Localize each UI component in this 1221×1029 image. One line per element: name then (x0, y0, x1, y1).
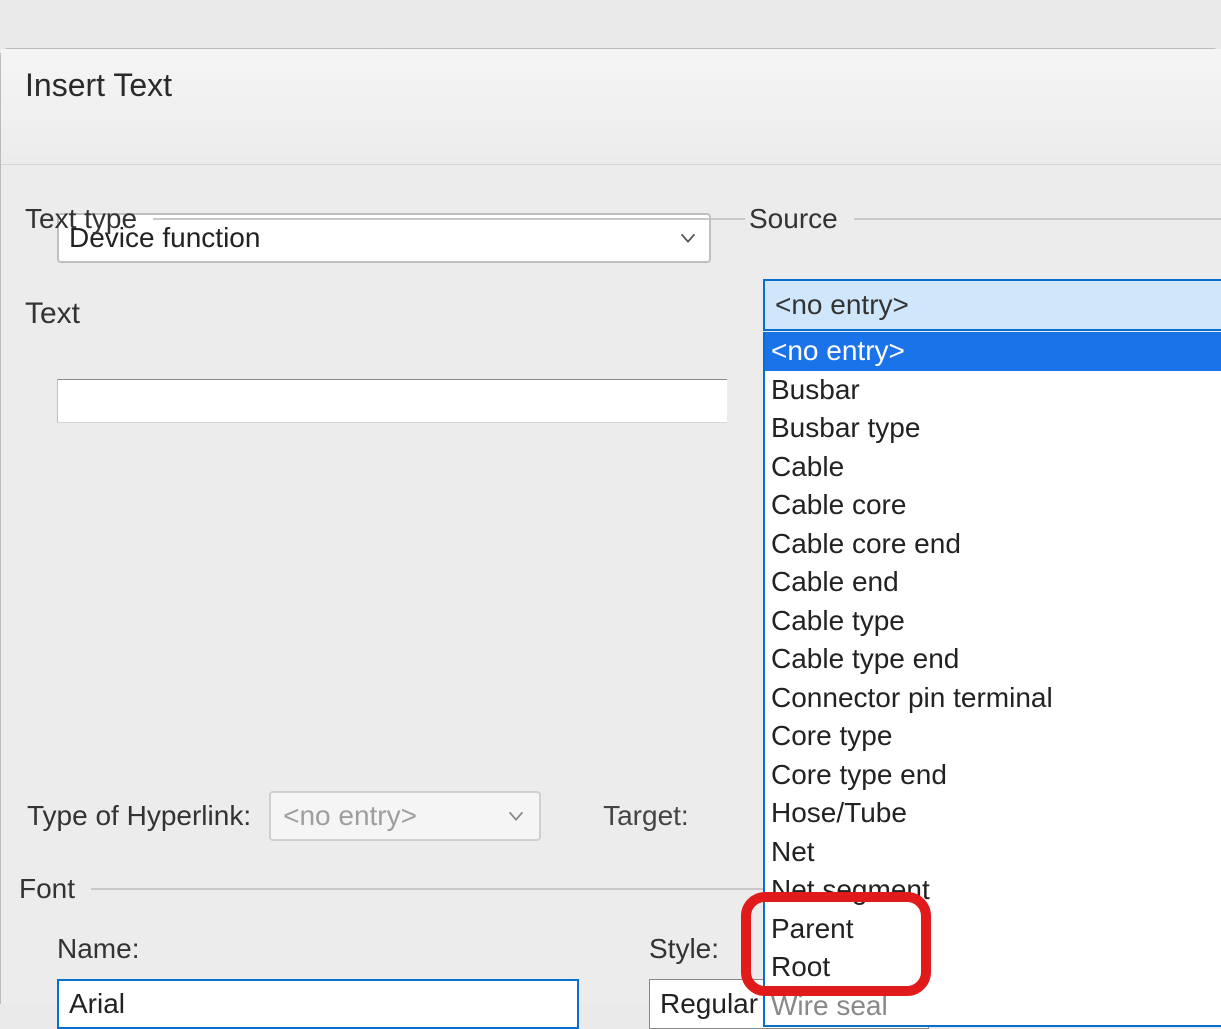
source-option[interactable]: Net segment (765, 871, 1221, 910)
hyperlink-type-combo[interactable]: <no entry> (269, 791, 541, 841)
source-option[interactable]: Cable type end (765, 640, 1221, 679)
source-option[interactable]: Wire seal (765, 987, 1221, 1026)
source-option[interactable]: Cable type (765, 602, 1221, 641)
font-style-value: Regular (660, 988, 758, 1020)
hyperlink-type-value: <no entry> (283, 800, 417, 832)
hyperlink-target-label: Target: (603, 800, 689, 832)
source-label: Source (749, 203, 838, 235)
source-option[interactable]: Busbar (765, 371, 1221, 410)
text-type-group: Text type (25, 203, 745, 235)
dialog-window: Insert Text Text type Source Device func… (0, 48, 1221, 1004)
font-name-input[interactable]: Arial (57, 979, 579, 1029)
source-option[interactable]: <no entry> (765, 332, 1221, 371)
source-option[interactable]: Connector pin terminal (765, 679, 1221, 718)
text-type-header: Text type (25, 203, 745, 235)
source-combo-value: <no entry> (775, 289, 909, 321)
font-name-value: Arial (69, 988, 125, 1020)
top-groups-row: Text type Source (25, 203, 1221, 235)
source-dropdown-list[interactable]: <no entry>BusbarBusbar typeCableCable co… (763, 332, 1221, 1027)
source-option[interactable]: Busbar type (765, 409, 1221, 448)
group-divider (854, 218, 1221, 220)
source-option[interactable]: Parent (765, 910, 1221, 949)
source-group: Source (749, 203, 1221, 235)
source-option[interactable]: Cable core (765, 486, 1221, 525)
source-option[interactable]: Net (765, 833, 1221, 872)
font-label: Font (19, 873, 75, 905)
source-option[interactable]: Cable end (765, 563, 1221, 602)
chevron-down-icon (505, 805, 527, 827)
font-name-label: Name: (57, 933, 579, 965)
source-combo[interactable]: <no entry> (763, 279, 1221, 331)
text-input[interactable] (57, 379, 727, 423)
group-divider (153, 218, 745, 220)
text-type-label: Text type (25, 203, 137, 235)
source-option[interactable]: Hose/Tube (765, 794, 1221, 833)
source-option[interactable]: Core type (765, 717, 1221, 756)
source-option[interactable]: Core type end (765, 756, 1221, 795)
hyperlink-type-label: Type of Hyperlink: (27, 800, 251, 832)
dialog-title: Insert Text (1, 49, 1221, 165)
dialog-content: Text type Source Device function Text Ty (1, 213, 1221, 423)
source-header: Source (749, 203, 1221, 235)
source-option[interactable]: Cable core end (765, 525, 1221, 564)
source-option[interactable]: Root (765, 948, 1221, 987)
font-name-col: Name: Arial (57, 933, 579, 1029)
source-option[interactable]: Cable (765, 448, 1221, 487)
